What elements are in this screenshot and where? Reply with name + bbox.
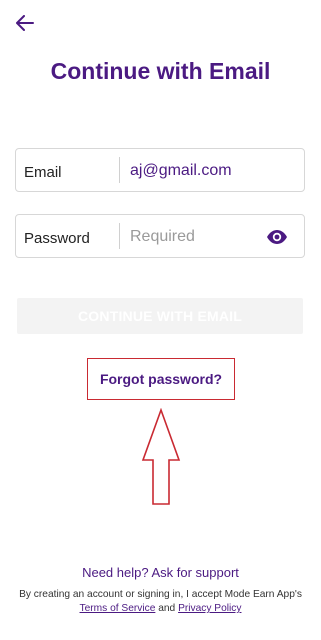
- help-link[interactable]: Need help? Ask for support: [0, 565, 321, 580]
- terms-link[interactable]: Terms of Service: [80, 603, 156, 614]
- up-arrow-annotation-icon: [141, 408, 181, 505]
- email-input[interactable]: aj@gmail.com: [130, 162, 232, 180]
- password-field[interactable]: Password Required: [15, 214, 305, 258]
- email-label: Email: [24, 164, 62, 181]
- arrow-left-icon: [16, 15, 34, 31]
- password-input[interactable]: Required: [130, 228, 195, 246]
- page-title: Continue with Email: [50, 58, 271, 84]
- eye-icon[interactable]: [266, 229, 288, 245]
- field-divider: [119, 223, 120, 249]
- field-divider: [119, 157, 120, 183]
- privacy-link[interactable]: Privacy Policy: [178, 603, 241, 614]
- email-field[interactable]: Email aj@gmail.com: [15, 148, 305, 192]
- legal-text-line: By creating an account or signing in, I …: [19, 589, 302, 600]
- password-label: Password: [24, 230, 90, 247]
- back-button[interactable]: [12, 10, 38, 36]
- continue-button[interactable]: CONTINUE WITH EMAIL: [17, 298, 303, 334]
- legal-and: and: [158, 603, 176, 614]
- legal-text: By creating an account or signing in, I …: [4, 588, 317, 616]
- forgot-password-label: Forgot password?: [99, 371, 223, 387]
- forgot-password-link[interactable]: Forgot password?: [87, 358, 235, 400]
